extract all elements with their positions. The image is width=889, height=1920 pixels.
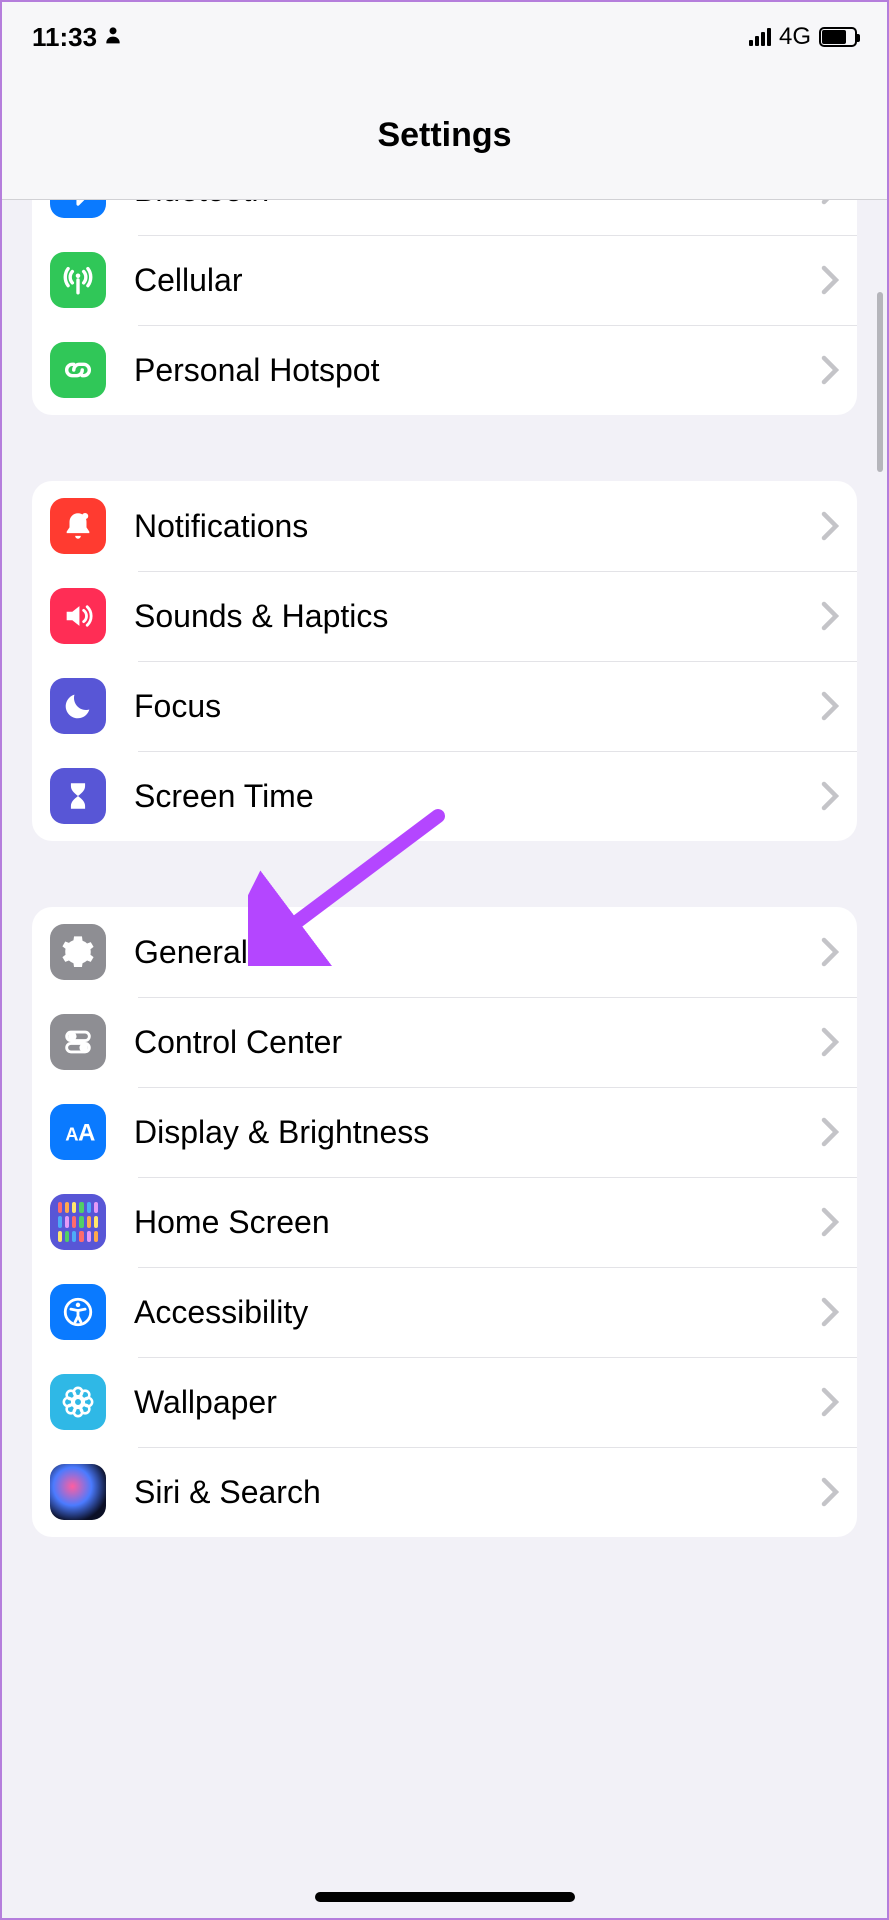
row-label: General xyxy=(134,934,821,971)
row-personal-hotspot[interactable]: Personal Hotspot xyxy=(32,325,857,415)
row-label: Home Screen xyxy=(134,1204,821,1241)
accessibility-icon xyxy=(50,1284,106,1340)
row-general[interactable]: General xyxy=(32,907,857,997)
row-notifications[interactable]: Notifications xyxy=(32,481,857,571)
row-display-brightness[interactable]: AA Display & Brightness xyxy=(32,1087,857,1177)
antenna-icon xyxy=(50,252,106,308)
hourglass-icon xyxy=(50,768,106,824)
settings-group-general: General Control Center AA Display & Brig… xyxy=(32,907,857,1537)
row-label: Display & Brightness xyxy=(134,1114,821,1151)
page-title: Settings xyxy=(377,116,511,155)
settings-group-alerts: Notifications Sounds & Haptics Focus Scr… xyxy=(32,481,857,841)
svg-text:A: A xyxy=(65,1124,78,1145)
row-label: Accessibility xyxy=(134,1294,821,1331)
network-type: 4G xyxy=(779,23,811,51)
chevron-right-icon xyxy=(821,355,839,385)
row-home-screen[interactable]: Home Screen xyxy=(32,1177,857,1267)
chevron-right-icon xyxy=(821,265,839,295)
chevron-right-icon xyxy=(821,1117,839,1147)
row-wallpaper[interactable]: Wallpaper xyxy=(32,1357,857,1447)
bell-icon xyxy=(50,498,106,554)
signal-icon xyxy=(749,28,771,46)
speaker-icon xyxy=(50,588,106,644)
row-sounds-haptics[interactable]: Sounds & Haptics xyxy=(32,571,857,661)
apps-grid-icon xyxy=(50,1194,106,1250)
row-label: Control Center xyxy=(134,1024,821,1061)
gear-icon xyxy=(50,924,106,980)
row-label: Wallpaper xyxy=(134,1384,821,1421)
flower-icon xyxy=(50,1374,106,1430)
row-control-center[interactable]: Control Center xyxy=(32,997,857,1087)
row-bluetooth[interactable]: Bluetooth Not Connected xyxy=(32,200,857,235)
toggles-icon xyxy=(50,1014,106,1070)
content-scroll[interactable]: Bluetooth Not Connected Cellular Persona… xyxy=(2,200,887,1918)
chevron-right-icon xyxy=(821,937,839,967)
row-label: Personal Hotspot xyxy=(134,352,821,389)
status-bar: 11:33 4G xyxy=(2,2,887,72)
scroll-indicator[interactable] xyxy=(877,292,883,472)
row-label: Screen Time xyxy=(134,778,821,815)
status-left: 11:33 xyxy=(32,22,123,53)
chevron-right-icon xyxy=(821,1387,839,1417)
chevron-right-icon xyxy=(821,511,839,541)
row-label: Sounds & Haptics xyxy=(134,598,821,635)
moon-icon xyxy=(50,678,106,734)
row-label: Notifications xyxy=(134,508,821,545)
row-accessibility[interactable]: Accessibility xyxy=(32,1267,857,1357)
link-icon xyxy=(50,342,106,398)
row-label: Bluetooth xyxy=(134,200,611,209)
settings-group-connectivity: Bluetooth Not Connected Cellular Persona… xyxy=(32,200,857,415)
row-label: Cellular xyxy=(134,262,821,299)
chevron-right-icon xyxy=(821,1207,839,1237)
chevron-right-icon xyxy=(821,1297,839,1327)
row-siri-search[interactable]: Siri & Search xyxy=(32,1447,857,1537)
row-focus[interactable]: Focus xyxy=(32,661,857,751)
status-time: 11:33 xyxy=(32,22,97,53)
chevron-right-icon xyxy=(821,601,839,631)
chevron-right-icon xyxy=(821,781,839,811)
chevron-right-icon xyxy=(821,691,839,721)
chevron-right-icon xyxy=(821,200,839,205)
person-icon xyxy=(103,22,123,53)
home-indicator[interactable] xyxy=(315,1892,575,1902)
bluetooth-icon xyxy=(50,200,106,218)
chevron-right-icon xyxy=(821,1027,839,1057)
row-label: Siri & Search xyxy=(134,1474,821,1511)
battery-icon xyxy=(819,27,857,47)
svg-text:A: A xyxy=(78,1120,95,1147)
siri-icon xyxy=(50,1464,106,1520)
chevron-right-icon xyxy=(821,1477,839,1507)
row-detail: Not Connected xyxy=(611,200,811,207)
status-right: 4G xyxy=(749,23,857,51)
row-label: Focus xyxy=(134,688,821,725)
row-screen-time[interactable]: Screen Time xyxy=(32,751,857,841)
row-cellular[interactable]: Cellular xyxy=(32,235,857,325)
textsize-icon: AA xyxy=(50,1104,106,1160)
nav-header: Settings xyxy=(2,72,887,200)
